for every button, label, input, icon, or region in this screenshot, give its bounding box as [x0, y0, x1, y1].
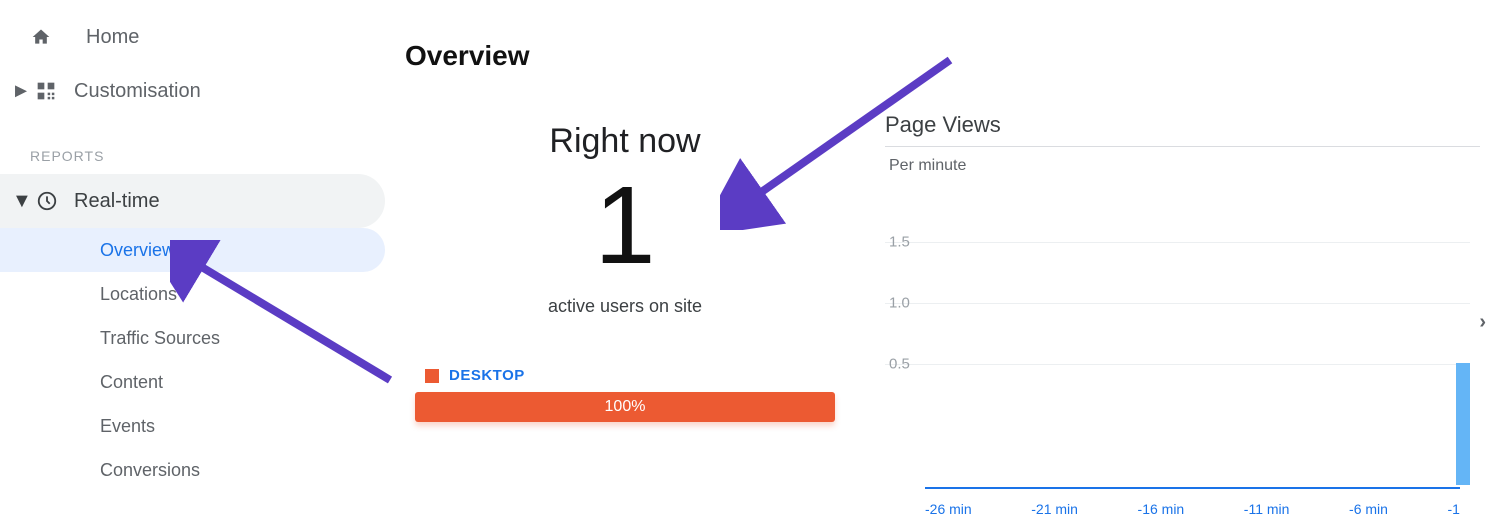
sidebar-subitem-label: Locations	[100, 284, 177, 305]
clock-icon	[36, 190, 74, 212]
home-icon	[30, 27, 86, 47]
sidebar-item-home[interactable]: Home	[0, 10, 385, 64]
sidebar-subitem-label: Content	[100, 372, 163, 393]
chart-xlabel: -21 min	[1031, 495, 1078, 517]
chart-xlabel: -6 min	[1349, 495, 1388, 517]
sidebar-item-customisation[interactable]: ► Customisation	[0, 64, 385, 118]
chart-xlabel: -16 min	[1138, 495, 1185, 517]
sidebar-home-label: Home	[86, 26, 139, 49]
chart-gridline	[885, 364, 1470, 365]
sidebar-subitem-label: Traffic Sources	[100, 328, 220, 349]
sidebar-subitem-events[interactable]: Events	[0, 404, 385, 448]
page-views-panel: Page Views Per minute › 0.51.01.5-26 min…	[885, 112, 1480, 521]
chart-ylabel: 1.0	[889, 295, 910, 312]
sidebar: Home ► Customisation REPORTS ▼	[0, 0, 385, 521]
chart-xlabel: -1	[1448, 495, 1460, 517]
device-label[interactable]: DESKTOP	[449, 367, 525, 384]
page-views-title: Page Views	[885, 112, 1480, 147]
active-users-label: active users on site	[548, 296, 702, 317]
right-now-label: Right now	[549, 122, 700, 161]
sidebar-subitem-label: Conversions	[100, 460, 200, 481]
sidebar-subitem-locations[interactable]: Locations	[0, 272, 385, 316]
chart-ylabel: 0.5	[889, 356, 910, 373]
chart-ylabel: 1.5	[889, 234, 910, 251]
device-bar: 100%	[415, 392, 835, 422]
chart-xlabel: -26 min	[925, 495, 972, 517]
chart-gridline	[885, 303, 1470, 304]
chart-gridline	[885, 242, 1470, 243]
sidebar-subitem-traffic-sources[interactable]: Traffic Sources	[0, 316, 385, 360]
chart-xlabel: -11 min	[1244, 495, 1290, 517]
active-user-count: 1	[594, 171, 655, 281]
device-percent: 100%	[605, 398, 646, 416]
sidebar-subitem-label: Overview	[100, 240, 175, 261]
device-legend: DESKTOP	[405, 367, 525, 384]
realtime-summary: Right now 1 active users on site DESKTOP…	[405, 112, 845, 521]
sidebar-section-reports: REPORTS	[0, 118, 385, 174]
page-views-subtitle: Per minute	[885, 147, 1480, 181]
sidebar-subitem-overview[interactable]: Overview	[0, 228, 385, 272]
sidebar-subitem-content[interactable]: Content	[0, 360, 385, 404]
chart-next-icon[interactable]: ›	[1479, 311, 1486, 334]
page-title: Overview	[405, 40, 1480, 72]
chart-xaxis: -26 min -21 min -16 min -11 min -6 min -1	[925, 487, 1460, 517]
sidebar-realtime-label: Real-time	[74, 190, 160, 213]
page-views-chart: › 0.51.01.5-26 min-21 min-16 min-11 min-…	[885, 181, 1480, 521]
chart-bar	[1456, 363, 1470, 485]
sidebar-subitem-label: Events	[100, 416, 155, 437]
device-swatch	[425, 369, 439, 383]
caret-right-icon: ►	[12, 80, 30, 103]
main-panel: Overview Right now 1 active users on sit…	[385, 0, 1500, 521]
caret-down-icon: ▼	[12, 190, 30, 213]
sidebar-item-realtime[interactable]: ▼ Real-time	[0, 174, 385, 228]
sidebar-subitem-conversions[interactable]: Conversions	[0, 448, 385, 492]
sidebar-customisation-label: Customisation	[74, 80, 201, 103]
dashboard-icon	[36, 81, 74, 101]
